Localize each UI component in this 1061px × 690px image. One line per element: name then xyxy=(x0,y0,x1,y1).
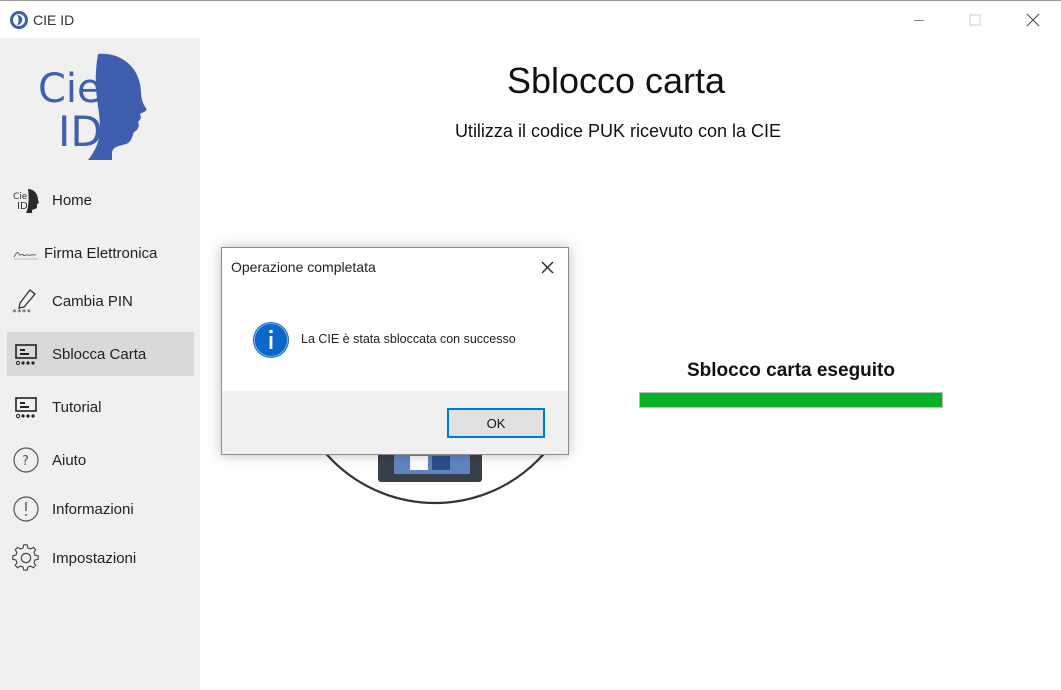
sidebar-item-cambia-pin[interactable]: **** Cambia PIN xyxy=(7,279,194,323)
window-title: CIE ID xyxy=(33,12,75,28)
pen-pin-icon: **** xyxy=(12,287,40,315)
status-message: Sblocco carta eseguito xyxy=(686,360,895,381)
sidebar: Cie ID Cie ID Home Firma Elettronica ***… xyxy=(0,38,200,690)
close-icon xyxy=(541,261,553,273)
info-exclamation-icon xyxy=(12,495,40,523)
dialog-footer: OK xyxy=(222,391,568,454)
minimize-button[interactable] xyxy=(890,1,948,39)
cie-id-logo: Cie ID xyxy=(38,53,147,160)
cie-id-app-icon xyxy=(10,11,28,29)
sidebar-item-home[interactable]: Cie ID Home xyxy=(7,178,194,222)
sidebar-item-impostazioni[interactable]: Impostazioni xyxy=(7,536,194,580)
sidebar-item-label: Aiuto xyxy=(52,451,87,469)
gear-icon xyxy=(12,544,40,572)
svg-text:ID: ID xyxy=(17,201,28,212)
dialog-title: Operazione completata xyxy=(231,259,376,275)
info-icon xyxy=(253,322,289,358)
sidebar-item-label: Firma Elettronica xyxy=(44,244,158,262)
maximize-icon xyxy=(969,14,981,26)
minimize-icon xyxy=(914,20,924,21)
sidebar-item-informazioni[interactable]: Informazioni xyxy=(7,487,194,531)
progress-bar xyxy=(639,392,943,408)
progress-fill xyxy=(640,393,942,407)
sidebar-item-label: Sblocca Carta xyxy=(52,345,147,363)
dialog-close-button[interactable] xyxy=(534,256,560,278)
svg-text:Cie: Cie xyxy=(38,66,102,112)
close-window-button[interactable] xyxy=(1004,1,1061,39)
question-icon: ? xyxy=(12,446,40,474)
sidebar-item-label: Home xyxy=(52,191,93,209)
sidebar-item-label: Impostazioni xyxy=(52,549,137,567)
sidebar-item-firma-elettronica[interactable]: Firma Elettronica xyxy=(7,231,194,275)
sidebar-item-sblocca-carta[interactable]: Sblocca Carta xyxy=(7,332,194,376)
sidebar-item-label: Informazioni xyxy=(52,500,134,518)
dialog-message: La CIE è stata sbloccata con successo xyxy=(301,332,516,346)
sidebar-item-label: Tutorial xyxy=(52,398,102,416)
sidebar-item-tutorial[interactable]: Tutorial xyxy=(7,385,194,429)
close-icon xyxy=(1026,13,1040,27)
card-reader-icon xyxy=(12,393,40,421)
svg-text:?: ? xyxy=(22,454,29,469)
signature-icon xyxy=(12,239,40,267)
title-bar: CIE ID xyxy=(0,0,1061,38)
sidebar-item-aiuto[interactable]: ? Aiuto xyxy=(7,438,194,482)
svg-text:****: **** xyxy=(12,308,31,315)
maximize-button[interactable] xyxy=(946,1,1004,39)
message-dialog: Operazione completata La CIE è stata sbl… xyxy=(221,247,569,455)
cie-id-icon: Cie ID xyxy=(12,186,40,214)
card-reader-icon xyxy=(12,340,40,368)
svg-text:ID: ID xyxy=(58,107,103,156)
page-title: Sblocco carta xyxy=(506,60,726,101)
sidebar-item-label: Cambia PIN xyxy=(52,292,133,310)
ok-button[interactable]: OK xyxy=(447,408,545,438)
page-subtitle: Utilizza il codice PUK ricevuto con la C… xyxy=(454,121,782,141)
